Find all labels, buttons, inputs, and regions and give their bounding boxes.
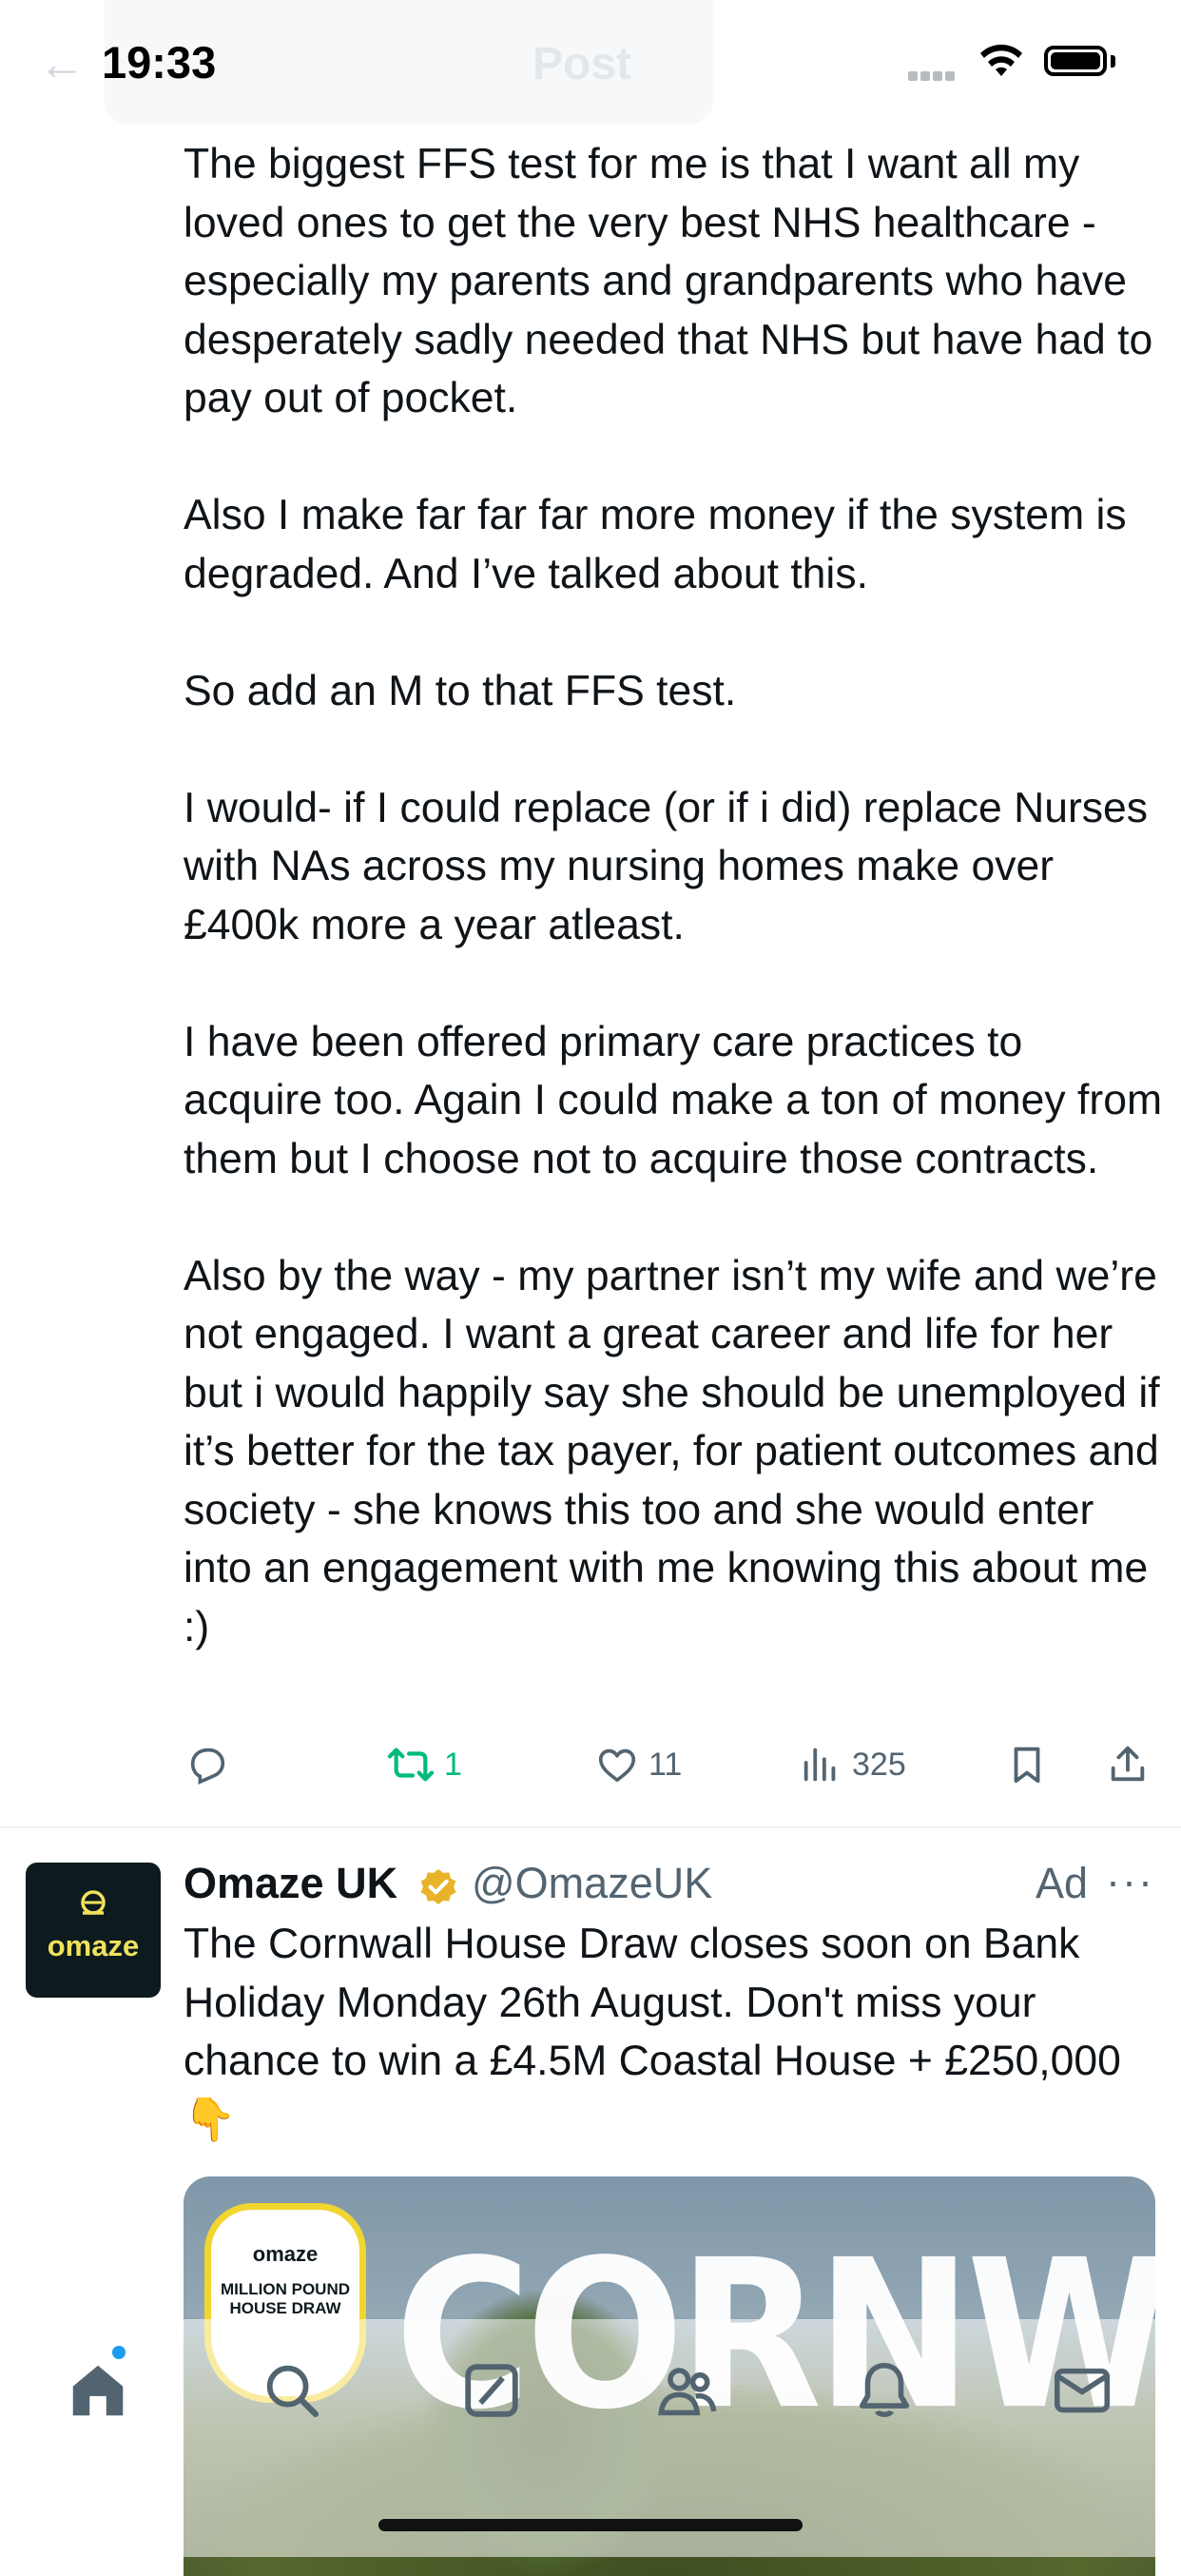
reply-button[interactable] bbox=[185, 1735, 239, 1794]
communities-icon[interactable] bbox=[654, 2357, 721, 2424]
tweet-paragraph: I would- if I could replace (or if i did… bbox=[184, 784, 1149, 948]
views-button[interactable]: 325 bbox=[799, 1735, 906, 1794]
home-indicator bbox=[378, 2519, 803, 2531]
status-bar: ← Post 19:33 bbox=[0, 0, 1181, 128]
badge-brand: omaze bbox=[252, 2242, 319, 2266]
avatar-logo-text: omaze bbox=[47, 1929, 140, 1962]
home-unread-dot bbox=[112, 2346, 126, 2359]
battery-cap bbox=[1111, 55, 1115, 68]
tweet-divider bbox=[0, 1826, 1181, 1828]
ad-header: Omaze UK @OmazeUK Ad ··· bbox=[184, 1857, 1163, 1914]
ad-text: The Cornwall House Draw closes soon on B… bbox=[184, 1921, 1121, 2143]
tweet-action-bar: 1 11 325 bbox=[0, 1735, 1181, 1794]
retweet-count: 1 bbox=[444, 1746, 462, 1783]
tweet-paragraph: Also I make far far far more money if th… bbox=[184, 492, 1127, 597]
retweet-icon bbox=[387, 1747, 435, 1782]
battery-icon bbox=[1044, 46, 1107, 76]
more-options-icon[interactable]: ··· bbox=[1106, 1857, 1154, 1906]
tweet-paragraph: So add an M to that FFS test. bbox=[184, 667, 737, 714]
verified-badge-icon bbox=[420, 1868, 456, 1905]
tweet-paragraph: Also by the way - my partner isn’t my wi… bbox=[184, 1252, 1160, 1650]
status-time: 19:33 bbox=[102, 37, 217, 88]
reply-icon bbox=[190, 1747, 225, 1786]
messages-icon[interactable] bbox=[1049, 2357, 1115, 2424]
heart-icon bbox=[598, 1748, 636, 1783]
notifications-icon[interactable] bbox=[851, 2357, 918, 2424]
share-button[interactable] bbox=[1106, 1735, 1150, 1794]
ad-label: Ad bbox=[1036, 1859, 1089, 1907]
ad-author-handle[interactable]: @OmazeUK bbox=[472, 1859, 712, 1908]
page-title: Post bbox=[532, 39, 632, 89]
retweet-button[interactable]: 1 bbox=[387, 1735, 462, 1794]
views-count: 325 bbox=[852, 1746, 906, 1783]
bookmark-icon bbox=[1014, 1747, 1040, 1784]
home-icon[interactable] bbox=[65, 2357, 131, 2424]
omaze-logo-icon bbox=[81, 1890, 106, 1915]
like-button[interactable]: 11 bbox=[595, 1735, 682, 1794]
ad-avatar[interactable]: omaze bbox=[26, 1863, 161, 1998]
wifi-icon bbox=[980, 44, 1022, 76]
tweet-paragraph: The biggest FFS test for me is that I wa… bbox=[184, 141, 1153, 421]
badge-line2: HOUSE DRAW bbox=[229, 2299, 341, 2317]
share-icon bbox=[1111, 1746, 1145, 1782]
grok-icon[interactable] bbox=[458, 2357, 525, 2424]
search-icon[interactable] bbox=[259, 2357, 325, 2424]
tweet-text: The biggest FFS test for me is that I wa… bbox=[184, 135, 1163, 1656]
analytics-icon bbox=[803, 1747, 836, 1782]
like-count: 11 bbox=[649, 1746, 683, 1783]
bookmark-button[interactable] bbox=[1005, 1735, 1049, 1794]
arrow-left-icon[interactable]: ← bbox=[38, 36, 86, 91]
ad-author-name[interactable]: Omaze UK bbox=[184, 1859, 397, 1908]
cellular-signal-icon bbox=[908, 68, 961, 81]
badge-line1: MILLION POUND bbox=[221, 2280, 350, 2298]
tweet-paragraph: I have been offered primary care practic… bbox=[184, 1018, 1163, 1182]
